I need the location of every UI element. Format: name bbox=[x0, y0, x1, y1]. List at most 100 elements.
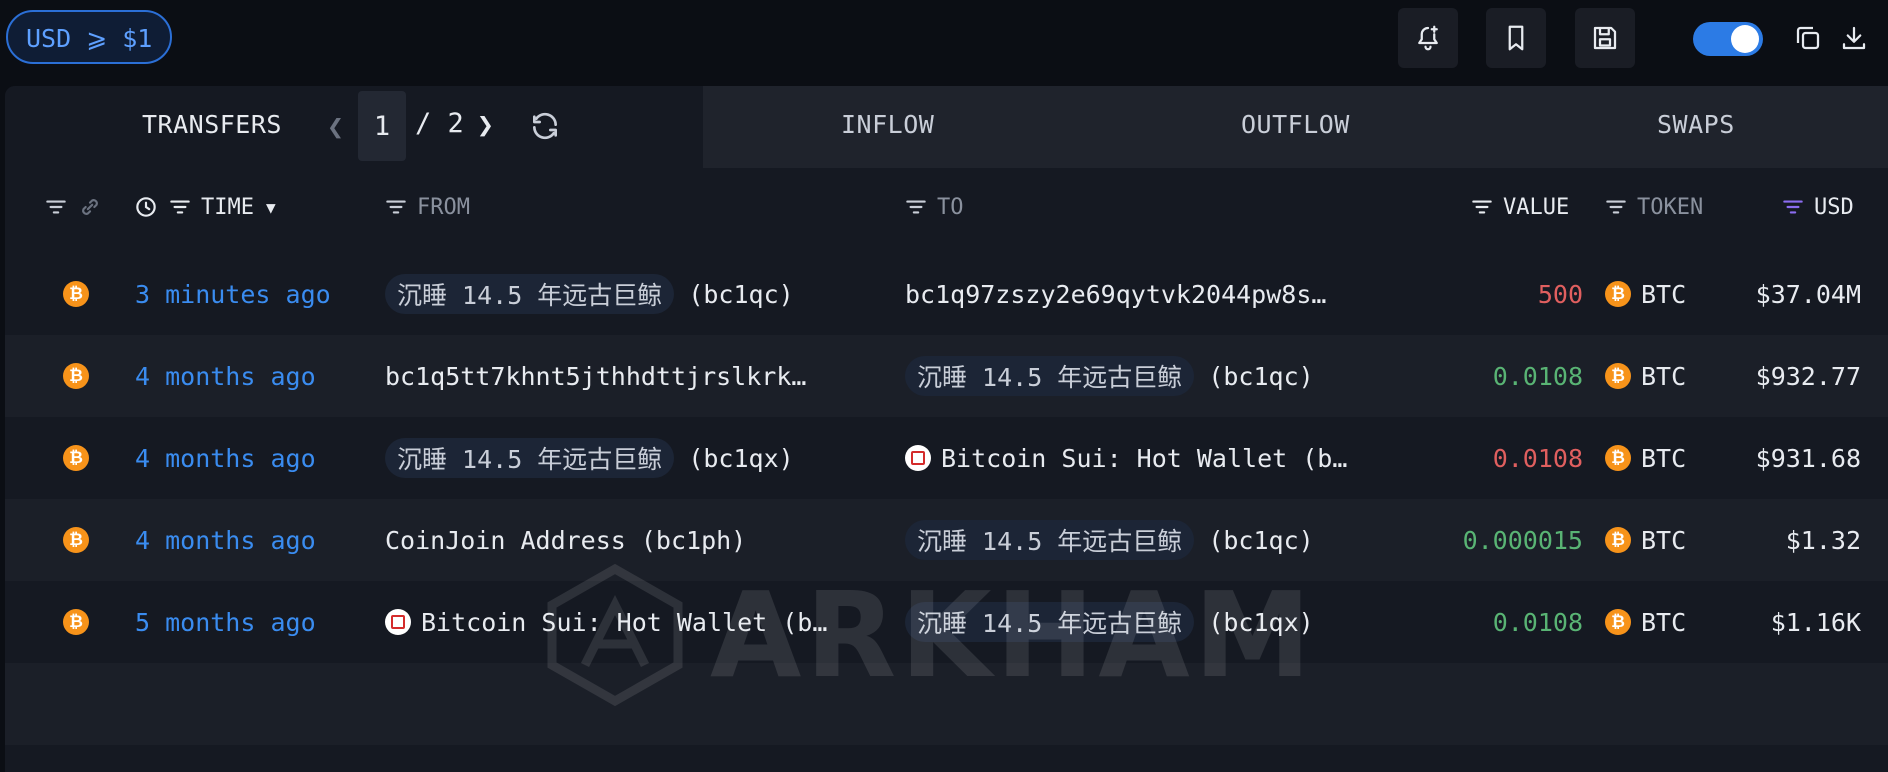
top-toolbar: USD ⩾ $1 bbox=[0, 0, 1888, 80]
btc-token-icon: ₿ bbox=[1605, 445, 1631, 471]
row-time[interactable]: 3 minutes ago bbox=[135, 253, 331, 335]
btc-chain-icon: ₿ bbox=[63, 609, 89, 635]
copy-button[interactable] bbox=[1790, 20, 1826, 56]
row-to[interactable]: 沉睡 14.5 年远古巨鲸 (bc1qc) bbox=[905, 335, 1314, 417]
display-toggle[interactable] bbox=[1693, 22, 1763, 56]
entity-name: Bitcoin Sui: Hot Wallet (b… bbox=[941, 443, 1348, 473]
filter-icon[interactable] bbox=[903, 194, 929, 220]
row-value: 0.0108 bbox=[1492, 361, 1583, 391]
prev-page-icon[interactable]: ❮ bbox=[327, 110, 344, 143]
table-row[interactable]: ₿ 5 months ago Bitcoin Sui: Hot Wallet (… bbox=[5, 581, 1888, 663]
token-symbol: BTC bbox=[1641, 279, 1687, 309]
entity-chip[interactable]: 沉睡 14.5 年远古巨鲸 bbox=[905, 356, 1195, 396]
refresh-icon[interactable] bbox=[529, 110, 561, 142]
column-usd-label: USD bbox=[1814, 194, 1854, 220]
row-token[interactable]: ₿ BTC bbox=[1605, 253, 1686, 335]
btc-token-icon: ₿ bbox=[1605, 527, 1631, 553]
filter-icon[interactable] bbox=[167, 194, 193, 220]
column-token-label: TOKEN bbox=[1637, 194, 1704, 220]
row-usd: $37.04M bbox=[1755, 279, 1861, 309]
row-from[interactable]: Bitcoin Sui: Hot Wallet (b… bbox=[385, 581, 827, 663]
tab-inflow[interactable]: INFLOW bbox=[841, 110, 934, 139]
filter-icon[interactable] bbox=[1603, 194, 1629, 220]
column-from-label: FROM bbox=[417, 194, 470, 220]
row-value: 0.0108 bbox=[1492, 607, 1583, 637]
save-button[interactable] bbox=[1575, 8, 1635, 68]
row-value: 0.0108 bbox=[1492, 443, 1583, 473]
bookmark-icon bbox=[1508, 25, 1524, 51]
table-row[interactable]: ₿ 4 months ago CoinJoin Address (bc1ph) … bbox=[5, 499, 1888, 581]
row-time[interactable]: 4 months ago bbox=[135, 417, 316, 499]
link-icon[interactable] bbox=[77, 194, 103, 220]
entity-chip[interactable]: 沉睡 14.5 年远古巨鲸 bbox=[385, 274, 675, 314]
row-token[interactable]: ₿ BTC bbox=[1605, 335, 1686, 417]
row-to[interactable]: 沉睡 14.5 年远古巨鲸 (bc1qc) bbox=[905, 499, 1314, 581]
tabs-row: TRANSFERS ❮ 1 / 2 ❯ INFLOW OUTFLOW SWAPS bbox=[5, 86, 1888, 168]
token-symbol: BTC bbox=[1641, 361, 1687, 391]
filter-icon[interactable] bbox=[43, 194, 69, 220]
toggle-knob bbox=[1731, 25, 1759, 53]
row-from[interactable]: bc1q5tt7khnt5jthhdttjrslkrk… bbox=[385, 335, 806, 417]
transfers-panel: TRANSFERS ❮ 1 / 2 ❯ INFLOW OUTFLOW SWAPS… bbox=[5, 86, 1888, 772]
tab-outflow[interactable]: OUTFLOW bbox=[1241, 110, 1350, 139]
table-row[interactable]: ₿ 3 minutes ago 沉睡 14.5 年远古巨鲸 (bc1qc) bc… bbox=[5, 253, 1888, 335]
row-time[interactable]: 4 months ago bbox=[135, 499, 316, 581]
filter-icon[interactable] bbox=[383, 194, 409, 220]
btc-token-icon: ₿ bbox=[1605, 363, 1631, 389]
token-symbol: BTC bbox=[1641, 443, 1687, 473]
add-alert-button[interactable] bbox=[1398, 8, 1458, 68]
row-usd: $1.32 bbox=[1785, 525, 1861, 555]
exchange-logo-icon bbox=[905, 445, 931, 471]
row-token[interactable]: ₿ BTC bbox=[1605, 581, 1686, 663]
filter-icon[interactable] bbox=[1469, 194, 1495, 220]
row-usd: $931.68 bbox=[1755, 443, 1861, 473]
next-page-icon[interactable]: ❯ bbox=[477, 108, 494, 141]
column-value-label: VALUE bbox=[1503, 194, 1570, 220]
column-to[interactable]: TO bbox=[903, 190, 964, 224]
row-token[interactable]: ₿ BTC bbox=[1605, 499, 1686, 581]
column-value[interactable]: VALUE bbox=[1469, 190, 1569, 224]
copy-icon bbox=[1796, 26, 1820, 50]
row-time[interactable]: 5 months ago bbox=[135, 581, 316, 663]
column-to-label: TO bbox=[937, 194, 964, 220]
btc-chain-icon: ₿ bbox=[63, 445, 89, 471]
address-suffix: (bc1qc) bbox=[1208, 525, 1314, 555]
entity-name: Bitcoin Sui: Hot Wallet (b… bbox=[421, 607, 828, 637]
column-from[interactable]: FROM bbox=[383, 190, 470, 224]
column-token[interactable]: TOKEN bbox=[1603, 190, 1703, 224]
btc-chain-icon: ₿ bbox=[63, 527, 89, 553]
tab-transfers-label: TRANSFERS bbox=[142, 110, 282, 139]
row-to[interactable]: 沉睡 14.5 年远古巨鲸 (bc1qx) bbox=[905, 581, 1314, 663]
download-button[interactable] bbox=[1836, 20, 1872, 56]
tab-swaps[interactable]: SWAPS bbox=[1657, 110, 1735, 139]
exchange-logo-icon bbox=[385, 609, 411, 635]
row-token[interactable]: ₿ BTC bbox=[1605, 417, 1686, 499]
token-symbol: BTC bbox=[1641, 525, 1687, 555]
btc-chain-icon: ₿ bbox=[63, 363, 89, 389]
column-filter-chain[interactable] bbox=[43, 190, 111, 224]
row-usd: $932.77 bbox=[1755, 361, 1861, 391]
row-from[interactable]: 沉睡 14.5 年远古巨鲸 (bc1qc) bbox=[385, 253, 794, 335]
table-row[interactable]: ₿ 4 months ago 沉睡 14.5 年远古巨鲸 (bc1qx) Bit… bbox=[5, 417, 1888, 499]
row-to[interactable]: Bitcoin Sui: Hot Wallet (b… bbox=[905, 417, 1347, 499]
entity-chip[interactable]: 沉睡 14.5 年远古巨鲸 bbox=[385, 438, 675, 478]
filter-icon[interactable] bbox=[1780, 194, 1806, 220]
table-row-partial[interactable] bbox=[5, 663, 1888, 745]
column-usd[interactable]: USD bbox=[1780, 190, 1854, 224]
row-time[interactable]: 4 months ago bbox=[135, 335, 316, 417]
usd-filter-pill[interactable]: USD ⩾ $1 bbox=[6, 10, 173, 64]
entity-chip[interactable]: 沉睡 14.5 年远古巨鲸 bbox=[905, 602, 1195, 642]
entity-chip[interactable]: 沉睡 14.5 年远古巨鲸 bbox=[905, 520, 1195, 560]
row-from[interactable]: CoinJoin Address (bc1ph) bbox=[385, 499, 746, 581]
row-value: 500 bbox=[1537, 279, 1583, 309]
sort-desc-icon[interactable]: ▼ bbox=[266, 198, 276, 217]
bookmark-button[interactable] bbox=[1486, 8, 1546, 68]
table-row[interactable]: ₿ 4 months ago bc1q5tt7khnt5jthhdttjrslk… bbox=[5, 335, 1888, 417]
page-current[interactable]: 1 bbox=[358, 91, 406, 161]
address-suffix: (bc1qc) bbox=[688, 279, 794, 309]
column-time-label: TIME bbox=[201, 194, 254, 220]
row-from[interactable]: 沉睡 14.5 年远古巨鲸 (bc1qx) bbox=[385, 417, 794, 499]
row-to[interactable]: bc1q97zszy2e69qytvk2044pw8s… bbox=[905, 253, 1326, 335]
column-time[interactable]: TIME ▼ bbox=[133, 190, 276, 224]
tab-transfers[interactable]: TRANSFERS ❮ 1 / 2 ❯ bbox=[5, 86, 703, 168]
